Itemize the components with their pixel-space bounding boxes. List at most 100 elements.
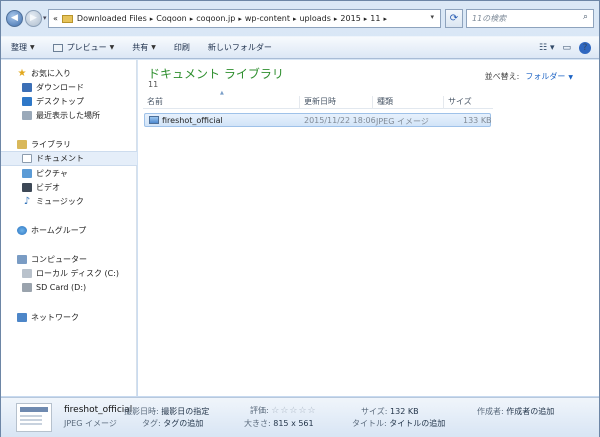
breadcrumb-separator-icon[interactable]: ▸ <box>383 15 387 23</box>
share-button[interactable]: 共有 ▼ <box>132 42 156 53</box>
tags-label: タグ: <box>142 419 161 428</box>
column-header-name[interactable]: 名前 <box>147 96 163 109</box>
address-history-dropdown-icon[interactable]: ▾ <box>430 13 434 21</box>
sidebar-item-label: コンピューター <box>31 255 87 264</box>
chevron-down-icon: ▼ <box>151 44 156 51</box>
organize-label: 整理 <box>11 43 27 52</box>
details-author: 作成者: 作成者の追加 <box>477 406 554 417</box>
dimensions-value: 815 x 561 <box>273 419 314 428</box>
navigation-pane: ★ お気に入り ダウンロード デスクトップ 最近表示した場所 ライブラリ ドキュメ… <box>1 60 137 396</box>
document-icon <box>22 154 32 163</box>
breadcrumb-downloaded-files[interactable]: Downloaded Files <box>77 14 147 23</box>
breadcrumb-separator-icon[interactable]: ▸ <box>150 15 154 23</box>
title-value[interactable]: タイトルの追加 <box>389 419 445 428</box>
author-value[interactable]: 作成者の追加 <box>506 407 554 416</box>
sidebar-item-label: ライブラリ <box>31 140 71 149</box>
breadcrumb-wp-content[interactable]: wp-content <box>245 14 290 23</box>
sd-card-icon <box>22 283 32 292</box>
details-file-type: JPEG イメージ <box>64 419 117 428</box>
column-header-date[interactable]: 更新日時 <box>299 96 336 109</box>
breadcrumb-11[interactable]: 11 <box>370 14 380 23</box>
new-folder-label: 新しいフォルダー <box>207 43 272 52</box>
details-title: タイトル: タイトルの追加 <box>352 418 445 429</box>
sidebar-item-label: 最近表示した場所 <box>36 111 100 120</box>
organize-button[interactable]: 整理 ▼ <box>11 42 35 53</box>
sidebar-item-label: SD Card (D:) <box>36 283 87 292</box>
arrange-dropdown[interactable]: フォルダー <box>525 72 565 81</box>
search-box[interactable]: 11の検索 ⌕ <box>466 9 594 28</box>
chevron-down-icon[interactable]: ▼ <box>568 74 573 81</box>
print-label: 印刷 <box>173 43 190 52</box>
sidebar-item-label: ホームグループ <box>31 226 87 235</box>
column-header-type[interactable]: 種類 <box>372 96 393 109</box>
sidebar-libraries[interactable]: ライブラリ <box>17 137 153 152</box>
back-button[interactable]: ◀ <box>6 9 23 27</box>
library-icon <box>17 140 27 149</box>
pictures-icon <box>22 169 32 178</box>
preview-pane-icon[interactable]: ▭ <box>562 43 571 53</box>
sidebar-item-label: ネットワーク <box>31 313 79 322</box>
author-label: 作成者: <box>477 407 504 416</box>
title-label: タイトル: <box>352 419 387 428</box>
new-folder-button[interactable]: 新しいフォルダー <box>208 42 272 53</box>
recent-places-icon <box>22 111 32 120</box>
forward-button[interactable]: ▶ <box>25 9 42 27</box>
arrange-label: 並べ替え: <box>484 72 520 81</box>
sort-indicator-icon: ▲ <box>220 90 224 96</box>
preview-icon <box>52 43 63 52</box>
sidebar-item-documents[interactable]: ドキュメント <box>1 151 137 166</box>
network-icon <box>17 313 27 322</box>
preview-button[interactable]: プレビュー ▼ <box>52 42 114 53</box>
view-options-icon[interactable]: ☷ ▾ <box>539 43 554 53</box>
file-list-pane: ドキュメント ライブラリ 11 並べ替え: フォルダー ▼ ▲ 名前 更新日時 種類… <box>138 60 599 396</box>
breadcrumb-separator-icon[interactable]: ▸ <box>190 15 194 23</box>
address-bar[interactable]: « Downloaded Files ▸ Coqoon ▸ coqoon.jp ▸ w… <box>48 9 441 28</box>
drive-icon <box>22 269 32 278</box>
forward-arrow-icon: ▶ <box>30 13 37 23</box>
sidebar-favorites[interactable]: ★ お気に入り <box>17 66 153 81</box>
music-icon: ♪ <box>23 196 31 207</box>
overflow-chevron-icon[interactable]: « <box>53 14 58 23</box>
date-taken-value[interactable]: 撮影日の指定 <box>161 407 209 416</box>
sidebar-computer[interactable]: コンピューター <box>17 252 153 267</box>
breadcrumb-coqoon[interactable]: Coqoon <box>156 14 186 23</box>
refresh-button[interactable]: ⟳ <box>445 9 463 28</box>
chevron-down-icon: ▼ <box>30 44 35 51</box>
download-folder-icon <box>22 83 32 92</box>
arrange-by: 並べ替え: フォルダー ▼ <box>485 71 573 82</box>
homegroup-icon <box>17 226 27 235</box>
breadcrumb-separator-icon[interactable]: ▸ <box>364 15 368 23</box>
share-label: 共有 <box>132 43 149 52</box>
rating-label: 評価: <box>250 406 269 415</box>
library-subtitle: 11 <box>148 80 159 89</box>
file-thumbnail <box>16 403 52 432</box>
toolbar-right-group: ☷ ▾ ▭ ? <box>531 42 591 54</box>
breadcrumb-coqoon-jp[interactable]: coqoon.jp <box>196 14 235 23</box>
back-arrow-icon: ◀ <box>11 13 18 23</box>
size-label: サイズ: <box>361 407 388 416</box>
print-button[interactable]: 印刷 <box>174 42 190 53</box>
breadcrumb-separator-icon[interactable]: ▸ <box>334 15 338 23</box>
tags-value[interactable]: タグの追加 <box>163 419 203 428</box>
details-tags: タグ: タグの追加 <box>142 418 203 429</box>
sidebar-item-label: ダウンロード <box>36 83 84 92</box>
date-taken-label: 撮影日時: <box>124 407 159 416</box>
sidebar-homegroup[interactable]: ホームグループ <box>17 223 153 238</box>
column-header-size[interactable]: サイズ <box>443 96 472 109</box>
file-size: 133 KB <box>463 116 492 125</box>
breadcrumb-uploads[interactable]: uploads <box>299 14 330 23</box>
library-title: ドキュメント ライブラリ <box>148 67 284 81</box>
details-date-taken: 撮影日時: 撮影日の指定 <box>124 406 209 417</box>
breadcrumb-separator-icon[interactable]: ▸ <box>293 15 297 23</box>
desktop-icon <box>22 97 32 106</box>
search-input[interactable]: 11の検索 <box>472 13 506 24</box>
sidebar-network[interactable]: ネットワーク <box>17 310 153 325</box>
help-icon[interactable]: ? <box>579 42 591 54</box>
rating-stars-icon[interactable]: ☆☆☆☆☆ <box>271 406 316 416</box>
details-file-name: fireshot_official <box>64 405 133 415</box>
file-row[interactable]: fireshot_official 2015/11/22 18:06 JPEG … <box>144 113 492 127</box>
command-toolbar: 整理 ▼ プレビュー ▼ 共有 ▼ 印刷 新しいフォルダー ☷ ▾ ▭ ? <box>1 36 599 59</box>
breadcrumb-2015[interactable]: 2015 <box>340 14 360 23</box>
search-icon[interactable]: ⌕ <box>583 12 588 22</box>
breadcrumb-separator-icon[interactable]: ▸ <box>238 15 242 23</box>
